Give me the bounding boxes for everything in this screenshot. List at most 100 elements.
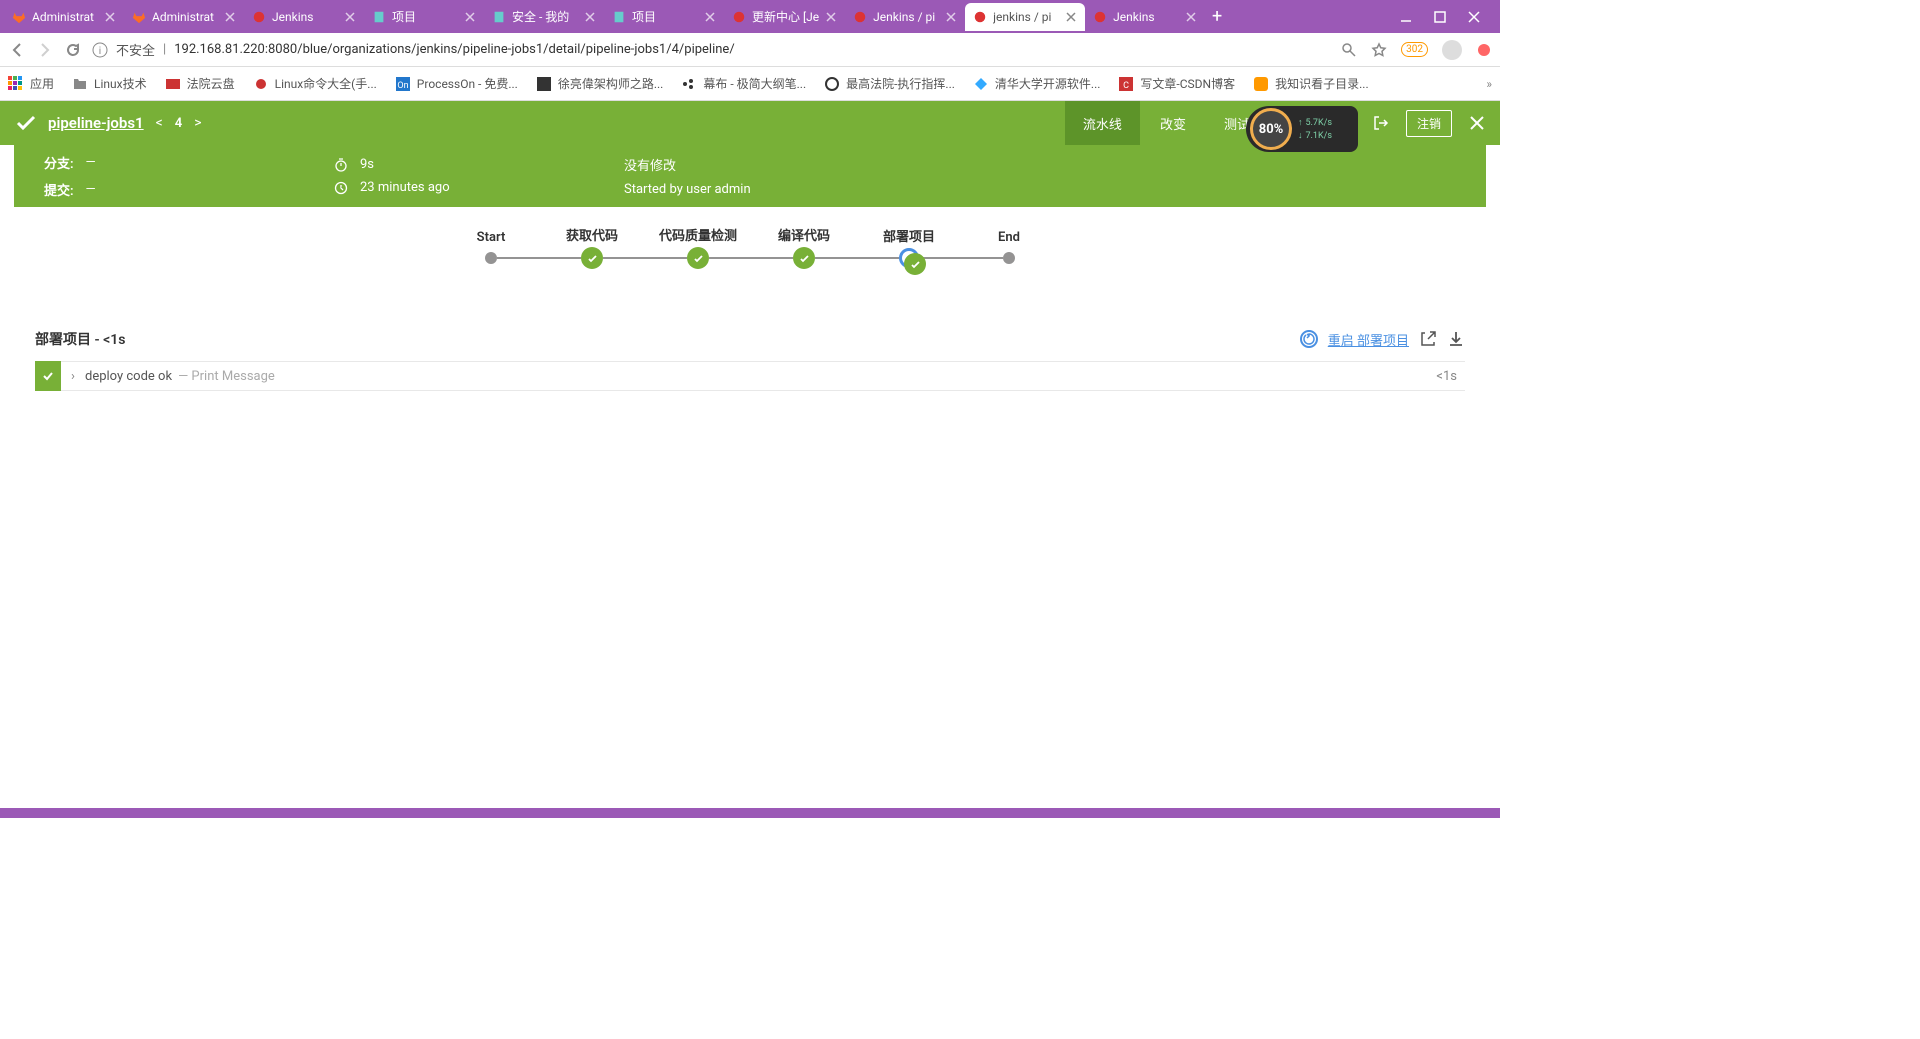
- bookmark-item[interactable]: 我知识看子目录...: [1253, 75, 1369, 92]
- bookmark-item[interactable]: C写文章-CSDN博客: [1118, 75, 1235, 92]
- bookmarks-bar: 应用 Linux技术 法院云盘 Linux命令大全(手... OnProcess…: [0, 67, 1500, 101]
- tab-5[interactable]: 安全 - 我的: [484, 3, 604, 31]
- tab-pipeline[interactable]: 流水线: [1065, 101, 1140, 145]
- tab-9-active[interactable]: jenkins / pi: [965, 3, 1085, 31]
- svg-text:i: i: [99, 46, 101, 57]
- tab-changes[interactable]: 改变: [1142, 101, 1204, 145]
- tab-7[interactable]: 更新中心 [Je: [724, 3, 845, 31]
- site-icon: [1253, 76, 1269, 92]
- stage-quality[interactable]: 代码质量检测: [687, 247, 709, 269]
- next-build[interactable]: >: [192, 115, 203, 131]
- tab-3[interactable]: Jenkins: [244, 3, 364, 31]
- close-icon[interactable]: [1065, 11, 1077, 23]
- close-icon[interactable]: [104, 11, 116, 23]
- jenkins-icon: [252, 10, 266, 24]
- star-icon[interactable]: [1371, 42, 1387, 58]
- address-bar: i 不安全 | 192.168.81.220:8080/blue/organiz…: [0, 33, 1500, 67]
- close-icon[interactable]: [704, 11, 716, 23]
- commit-value: —: [86, 182, 96, 197]
- no-changes: 没有修改: [624, 155, 676, 174]
- pipeline-summary: 分支:— 提交:— 9s 23 minutes ago 没有修改 Started…: [0, 145, 1500, 207]
- bookmark-item[interactable]: 法院云盘: [165, 75, 235, 92]
- upload-speed: ↑ 5.7K/s: [1298, 117, 1332, 128]
- close-icon[interactable]: [584, 11, 596, 23]
- logout-button[interactable]: 注销: [1406, 110, 1452, 137]
- jenkins-icon: [853, 10, 867, 24]
- taskbar: [0, 808, 1500, 818]
- close-icon[interactable]: [344, 11, 356, 23]
- time-ago: 23 minutes ago: [360, 180, 450, 195]
- bookmark-item[interactable]: Linux命令大全(手...: [253, 75, 377, 92]
- tab-1[interactable]: Administrat: [4, 3, 124, 31]
- download-speed: ↓ 7.1K/s: [1298, 130, 1332, 141]
- apps-button[interactable]: 应用: [8, 75, 54, 92]
- restart-stage-link[interactable]: 重启 部署项目: [1328, 330, 1409, 349]
- pipeline-graph: Start 获取代码 代码质量检测 编译代码 部署项目 End: [0, 207, 1500, 329]
- svg-text:C: C: [1123, 81, 1129, 91]
- window-controls: [1384, 10, 1496, 24]
- bookmark-item[interactable]: OnProcessOn - 免费...: [395, 75, 518, 92]
- stopwatch-icon: [334, 158, 348, 172]
- open-icon[interactable]: [1419, 330, 1437, 348]
- maximize-icon[interactable]: [1433, 10, 1447, 24]
- user-avatar[interactable]: [1442, 40, 1462, 60]
- stage-end[interactable]: End: [1003, 252, 1015, 264]
- section-title: 部署项目 - <1s: [35, 329, 125, 349]
- tab-4[interactable]: 项目: [364, 3, 484, 31]
- close-window-icon[interactable]: [1467, 10, 1481, 24]
- apps-icon: [8, 76, 24, 92]
- prev-build[interactable]: <: [154, 115, 165, 131]
- forward-button[interactable]: [36, 41, 54, 59]
- tab-10[interactable]: Jenkins: [1085, 3, 1205, 31]
- url-field[interactable]: i 不安全 | 192.168.81.220:8080/blue/organiz…: [92, 40, 1331, 59]
- stage-deploy-selected[interactable]: 部署项目: [899, 248, 919, 268]
- pipeline-name[interactable]: pipeline-jobs1: [48, 114, 144, 132]
- bookmarks-overflow[interactable]: »: [1486, 77, 1492, 91]
- extension-icon[interactable]: [1476, 42, 1492, 58]
- page-icon: [612, 10, 626, 24]
- bookmark-item[interactable]: 最高法院-执行指挥...: [824, 75, 955, 92]
- new-tab-button[interactable]: +: [1205, 5, 1229, 29]
- bookmark-item[interactable]: 清华大学开源软件...: [973, 75, 1101, 92]
- folder-icon: [72, 76, 88, 92]
- back-button[interactable]: [8, 41, 26, 59]
- close-icon[interactable]: [945, 11, 957, 23]
- close-icon[interactable]: [1468, 114, 1486, 132]
- stage-start[interactable]: Start: [485, 252, 497, 264]
- extension-badge[interactable]: 302: [1401, 42, 1428, 57]
- address-bar-right: 302: [1341, 40, 1492, 60]
- tab-8[interactable]: Jenkins / pi: [845, 3, 965, 31]
- step-row[interactable]: › deploy code ok — Print Message <1s: [35, 361, 1465, 391]
- bookmark-item[interactable]: Linux技术: [72, 75, 147, 92]
- step-duration: <1s: [1436, 369, 1465, 384]
- close-icon[interactable]: [224, 11, 236, 23]
- bookmark-item[interactable]: 徐亮偉架构师之路...: [536, 75, 664, 92]
- jenkins-icon: [732, 10, 746, 24]
- reload-button[interactable]: [64, 41, 82, 59]
- close-icon[interactable]: [1185, 11, 1197, 23]
- bookmark-item[interactable]: 幕布 - 极简大纲笔...: [681, 75, 806, 92]
- search-icon[interactable]: [1341, 42, 1357, 58]
- info-icon: i: [92, 42, 108, 58]
- branch-value: —: [86, 155, 96, 170]
- page-icon: [372, 10, 386, 24]
- stage-fetch[interactable]: 获取代码: [581, 247, 603, 269]
- browser-tabs: Administrat Administrat Jenkins 项目 安全 - …: [0, 0, 1500, 33]
- restart-icon[interactable]: [1300, 330, 1318, 348]
- site-icon: [973, 76, 989, 92]
- close-icon[interactable]: [825, 11, 837, 23]
- minimize-icon[interactable]: [1399, 10, 1413, 24]
- page-icon: [492, 10, 506, 24]
- network-monitor[interactable]: 80% ↑ 5.7K/s ↓ 7.1K/s: [1246, 106, 1358, 152]
- stage-compile[interactable]: 编译代码: [793, 247, 815, 269]
- download-icon[interactable]: [1447, 330, 1465, 348]
- gitlab-icon: [132, 10, 146, 24]
- chevron-right-icon[interactable]: ›: [61, 369, 85, 384]
- close-icon[interactable]: [464, 11, 476, 23]
- site-icon: [253, 76, 269, 92]
- branch-label: 分支:: [44, 153, 74, 172]
- exit-icon[interactable]: [1372, 114, 1390, 132]
- step-success-icon: [35, 361, 61, 391]
- tab-2[interactable]: Administrat: [124, 3, 244, 31]
- tab-6[interactable]: 项目: [604, 3, 724, 31]
